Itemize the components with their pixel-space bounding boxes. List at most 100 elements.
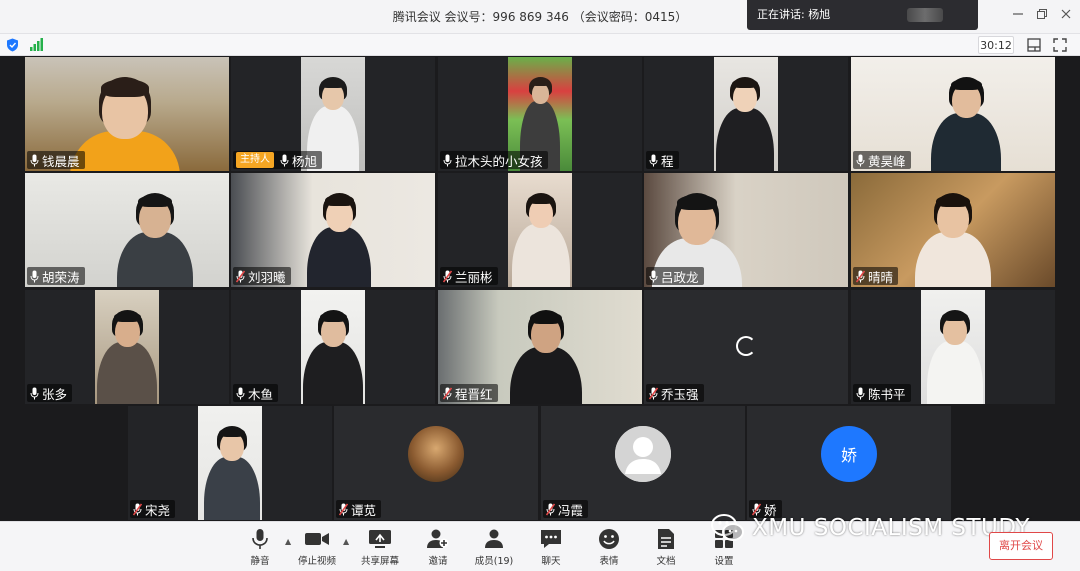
members-button[interactable]: 成员(19) <box>469 526 519 570</box>
participant-nameplate: 主持人 杨旭 <box>233 151 323 169</box>
muted-microphone-icon <box>443 270 452 282</box>
avatar <box>408 426 464 482</box>
participant-nameplate: 兰丽彬 <box>440 267 498 285</box>
mute-button[interactable]: 静音 <box>235 526 285 570</box>
microphone-icon <box>280 154 289 166</box>
muted-microphone-icon <box>339 503 348 515</box>
participant-name: 谭苋 <box>351 502 377 518</box>
active-speaker-banner: 正在讲话: 杨旭 <box>747 0 978 30</box>
participant-nameplate: 冯霞 <box>543 500 589 518</box>
restore-button[interactable] <box>1032 6 1052 28</box>
participant-tile[interactable]: 程晋红 <box>438 290 642 404</box>
avatar-initial: 娇 <box>840 446 857 465</box>
close-icon <box>1061 9 1071 19</box>
participant-tile[interactable]: 木鱼 <box>231 290 435 404</box>
speaker-audio-indicator <box>907 8 943 22</box>
fullscreen-icon[interactable] <box>1052 37 1068 53</box>
share-screen-button[interactable]: 共享屏幕 <box>355 526 405 570</box>
meeting-toolbar: 静音 ▲ 停止视频 ▲ 共享屏幕 邀请 成员(19) 聊天 表情 文档 设置 X… <box>0 514 1080 571</box>
muted-microphone-icon <box>856 270 865 282</box>
participant-nameplate: 谭苋 <box>336 500 382 518</box>
documents-button[interactable]: 文档 <box>641 526 691 570</box>
participant-tile[interactable]: 陈书平 <box>851 290 1055 404</box>
participant-tile[interactable]: 晴晴 <box>851 173 1055 287</box>
participant-tile[interactable]: 娇娇 <box>747 406 951 520</box>
participant-tile[interactable]: 拉木头的小女孩 <box>438 57 642 171</box>
participant-nameplate: 吕政龙 <box>646 267 704 285</box>
signal-strength-icon[interactable] <box>30 38 43 51</box>
avatar <box>615 426 671 482</box>
shield-icon[interactable] <box>6 38 19 52</box>
microphone-icon <box>443 154 452 166</box>
minimize-icon <box>1013 13 1023 15</box>
participant-tile[interactable]: 乔玉强 <box>644 290 848 404</box>
documents-label: 文档 <box>656 556 676 567</box>
default-avatar-icon <box>615 426 671 482</box>
microphone-icon <box>649 154 658 166</box>
leave-meeting-button[interactable]: 离开会议 <box>989 532 1053 560</box>
participant-tile[interactable]: 钱晨晨 <box>25 57 229 171</box>
layout-icon[interactable] <box>1026 37 1042 53</box>
smiley-icon <box>599 529 619 549</box>
chat-button[interactable]: 聊天 <box>526 526 576 570</box>
members-label: 成员(19) <box>474 556 514 567</box>
participant-name: 黄昊峰 <box>868 153 906 169</box>
participant-tile[interactable]: 黄昊峰 <box>851 57 1055 171</box>
document-icon <box>658 529 674 549</box>
video-camera-icon <box>305 533 329 545</box>
stop-video-label: 停止视频 <box>297 556 336 567</box>
minimize-button[interactable] <box>1008 6 1028 28</box>
muted-microphone-icon <box>236 270 245 282</box>
participant-name: 木鱼 <box>248 386 274 402</box>
settings-button[interactable]: 设置 <box>699 526 749 570</box>
participant-tile[interactable]: 刘羽曦 <box>231 173 435 287</box>
participant-nameplate: 乔玉强 <box>646 384 704 402</box>
muted-microphone-icon <box>546 503 555 515</box>
members-icon <box>485 529 503 548</box>
share-screen-label: 共享屏幕 <box>360 556 399 567</box>
participant-nameplate: 胡荣涛 <box>27 267 85 285</box>
add-person-icon <box>427 529 449 548</box>
participant-tile[interactable]: 冯霞 <box>541 406 745 520</box>
participant-nameplate: 宋尧 <box>130 500 176 518</box>
video-options-caret[interactable]: ▲ <box>343 537 351 546</box>
participant-name: 宋尧 <box>145 502 171 518</box>
settings-label: 设置 <box>714 556 734 567</box>
participant-tile[interactable]: 主持人 杨旭 <box>231 57 435 171</box>
reactions-button[interactable]: 表情 <box>584 526 634 570</box>
microphone-icon <box>252 529 268 549</box>
participant-tile[interactable]: 谭苋 <box>334 406 538 520</box>
stop-video-button[interactable]: 停止视频 <box>292 526 342 570</box>
participant-name: 张多 <box>42 386 68 402</box>
muted-microphone-icon <box>649 387 658 399</box>
participant-nameplate: 黄昊峰 <box>853 151 911 169</box>
microphone-icon <box>649 270 658 282</box>
participant-nameplate: 程晋红 <box>440 384 498 402</box>
participant-nameplate: 拉木头的小女孩 <box>440 151 548 169</box>
muted-microphone-icon <box>133 503 142 515</box>
participant-tile[interactable]: 吕政龙 <box>644 173 848 287</box>
participant-tile[interactable]: 胡荣涛 <box>25 173 229 287</box>
participant-nameplate: 程 <box>646 151 679 169</box>
invite-button[interactable]: 邀请 <box>413 526 463 570</box>
participant-nameplate: 娇 <box>749 500 782 518</box>
participant-tile[interactable]: 兰丽彬 <box>438 173 642 287</box>
close-button[interactable] <box>1056 6 1076 28</box>
participant-tile[interactable]: 宋尧 <box>128 406 332 520</box>
restore-icon <box>1037 9 1047 19</box>
participant-name: 乔玉强 <box>661 386 699 402</box>
reactions-label: 表情 <box>599 556 619 567</box>
participant-nameplate: 钱晨晨 <box>27 151 85 169</box>
mute-label: 静音 <box>250 556 270 567</box>
active-speaker-label: 正在讲话: 杨旭 <box>757 8 831 21</box>
status-bar: 30:12 <box>0 34 1080 56</box>
participant-nameplate: 晴晴 <box>853 267 899 285</box>
participant-name: 冯霞 <box>558 502 584 518</box>
microphone-icon <box>856 387 865 399</box>
invite-label: 邀请 <box>428 556 448 567</box>
participant-name: 程 <box>661 153 674 169</box>
participant-tile[interactable]: 张多 <box>25 290 229 404</box>
participant-tile[interactable]: 程 <box>644 57 848 171</box>
participant-name: 钱晨晨 <box>42 153 80 169</box>
meeting-timer: 30:12 <box>978 36 1014 54</box>
